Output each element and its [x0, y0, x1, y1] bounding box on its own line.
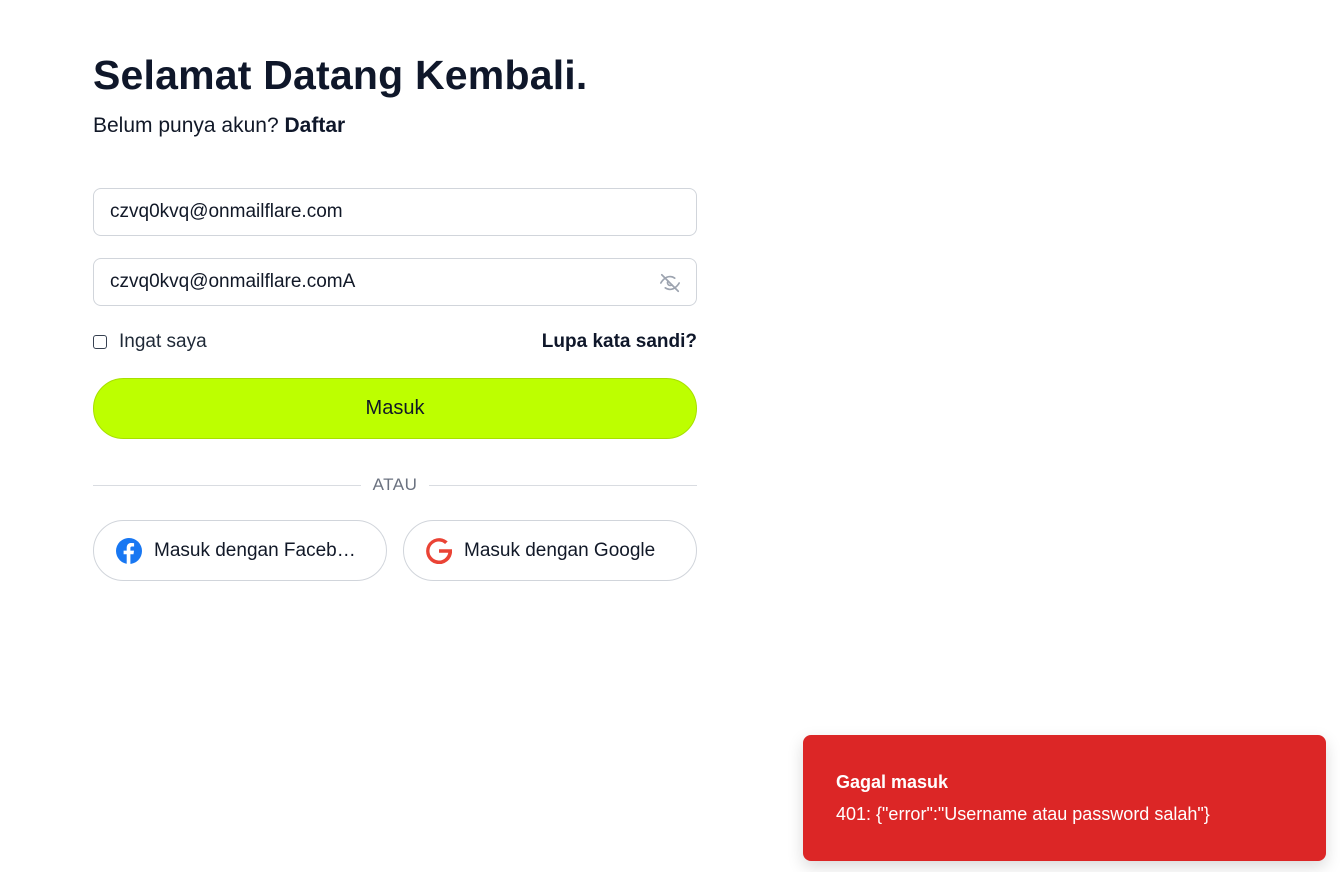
- error-toast[interactable]: Gagal masuk 401: {"error":"Username atau…: [803, 735, 1326, 861]
- divider-label: ATAU: [372, 475, 418, 494]
- email-field[interactable]: [94, 189, 696, 235]
- facebook-login-button[interactable]: Masuk dengan Facebook: [93, 520, 387, 581]
- email-field-wrapper: [93, 188, 697, 236]
- facebook-icon: [116, 537, 142, 564]
- or-divider: ATAU: [93, 473, 698, 497]
- google-login-label: Masuk dengan Google: [464, 539, 656, 561]
- password-field-wrapper: [93, 258, 697, 306]
- divider-line-left: [93, 484, 361, 486]
- password-field[interactable]: [94, 259, 696, 305]
- facebook-login-label: Masuk dengan Facebook: [154, 539, 364, 561]
- remember-me[interactable]: Ingat saya: [93, 331, 207, 353]
- register-prompt-text: Belum punya akun?: [93, 114, 279, 137]
- register-prompt: Belum punya akun? Daftar: [93, 112, 697, 140]
- social-login-row: Masuk dengan Facebook Masuk dengan Googl…: [93, 520, 697, 581]
- login-form: Selamat Datang Kembali. Belum punya akun…: [93, 50, 698, 581]
- toggle-password-visibility-button[interactable]: [658, 271, 682, 295]
- register-link[interactable]: Daftar: [284, 114, 345, 137]
- page-title: Selamat Datang Kembali.: [93, 52, 588, 98]
- divider-line-right: [429, 484, 698, 486]
- remember-me-label: Ingat saya: [119, 331, 207, 352]
- remember-me-checkbox[interactable]: [93, 335, 107, 349]
- eye-off-icon: [660, 273, 680, 293]
- login-page: Selamat Datang Kembali. Belum punya akun…: [0, 0, 1340, 872]
- google-icon: [426, 537, 452, 564]
- forgot-password-link[interactable]: Lupa kata sandi?: [542, 331, 697, 353]
- toast-message: 401: {"error":"Username atau password sa…: [836, 804, 1210, 824]
- google-login-button[interactable]: Masuk dengan Google: [403, 520, 697, 581]
- form-options-row: Ingat saya Lupa kata sandi?: [93, 330, 697, 354]
- login-button[interactable]: Masuk: [93, 378, 697, 439]
- toast-title: Gagal masuk: [836, 772, 949, 792]
